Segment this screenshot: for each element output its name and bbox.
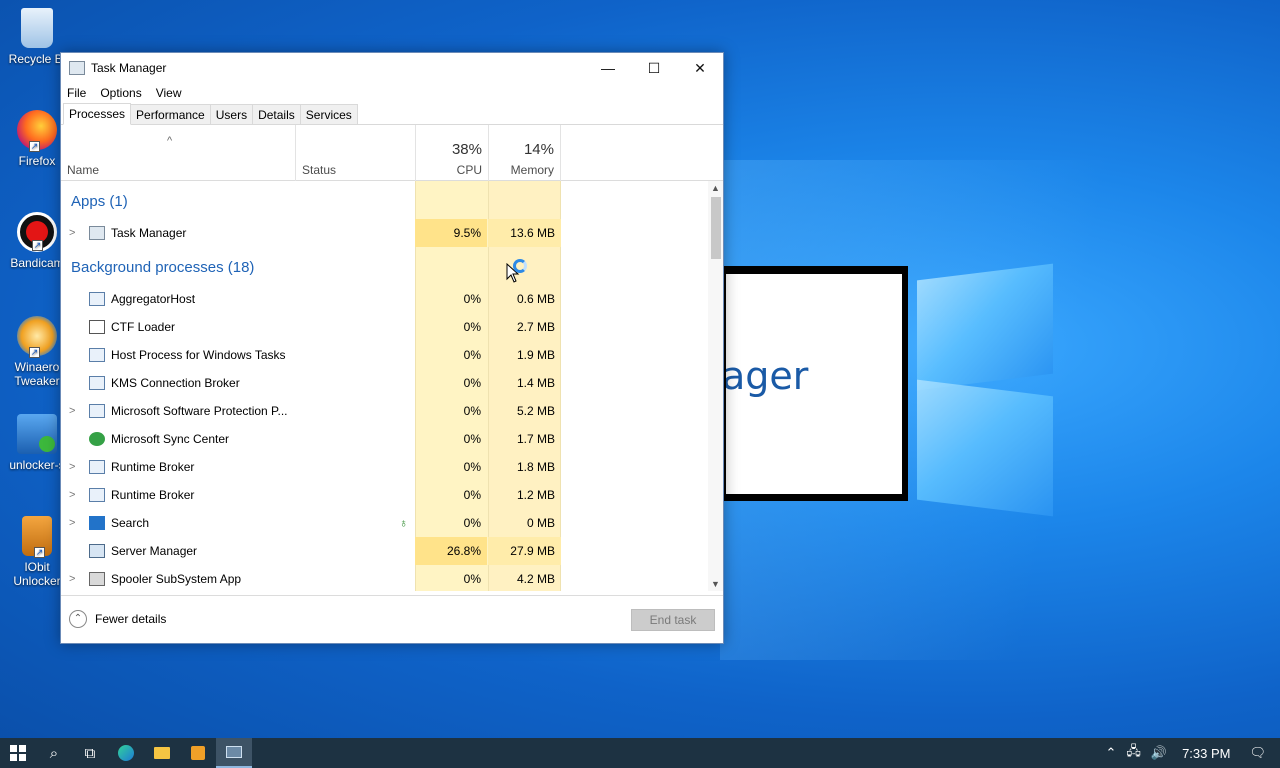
volume-icon[interactable]: 🔊 xyxy=(1151,745,1167,761)
windows-logo-pane xyxy=(917,263,1053,391)
column-cpu[interactable]: 38% CPU xyxy=(415,125,488,181)
memory-total: 14% xyxy=(523,141,554,158)
menu-options[interactable]: Options xyxy=(100,86,141,100)
task-manager-icon xyxy=(89,226,105,240)
footer: ⌃ Fewer details End task xyxy=(61,595,723,643)
group-background[interactable]: Background processes (18) xyxy=(71,259,254,276)
tab-performance[interactable]: Performance xyxy=(130,104,211,124)
column-name[interactable]: Name xyxy=(61,125,295,181)
task-view-button[interactable]: ⧉ xyxy=(72,738,108,768)
scroll-up-icon[interactable]: ▲ xyxy=(708,181,723,195)
minimize-button[interactable]: — xyxy=(585,53,631,83)
title-bar[interactable]: Task Manager — ☐ ✕ xyxy=(61,53,723,83)
process-icon xyxy=(89,348,105,362)
column-headers: ^ Name Status 38% CPU 14% Memory xyxy=(61,125,723,181)
bandicam-icon: ↗ xyxy=(17,212,57,252)
column-status[interactable]: Status xyxy=(295,125,415,181)
iobit-setup-icon xyxy=(17,414,57,454)
fewer-details-button[interactable]: ⌃ Fewer details xyxy=(69,610,166,628)
process-row[interactable]: > Runtime Broker 0% 1.8 MB xyxy=(61,453,709,481)
menu-file[interactable]: File xyxy=(67,86,86,100)
firefox-icon: ↗ xyxy=(17,110,57,152)
process-list[interactable]: Apps (1) > Task Manager 9.5% 13.6 MB Bac… xyxy=(61,181,723,591)
media-player-icon xyxy=(191,746,205,760)
tab-users[interactable]: Users xyxy=(209,104,254,124)
tab-processes[interactable]: Processes xyxy=(63,103,132,125)
process-row[interactable]: CTF Loader 0% 2.7 MB xyxy=(61,313,709,341)
process-row[interactable]: AggregatorHost 0% 0.6 MB xyxy=(61,285,709,313)
process-row[interactable]: > Runtime Broker 0% 1.2 MB xyxy=(61,481,709,509)
background-window-text: ager xyxy=(726,354,809,398)
clock[interactable]: 7:33 PM xyxy=(1182,746,1230,761)
scroll-down-icon[interactable]: ▼ xyxy=(708,577,723,591)
process-row[interactable]: > Search ♁ 0% 0 MB xyxy=(61,509,709,537)
tab-details[interactable]: Details xyxy=(252,104,301,124)
winaero-icon: ↗ xyxy=(17,316,57,358)
edge-button[interactable] xyxy=(108,738,144,768)
group-apps[interactable]: Apps (1) xyxy=(71,193,128,210)
process-icon xyxy=(89,544,105,558)
process-icon xyxy=(89,516,105,530)
search-button[interactable]: ⌕ xyxy=(36,738,72,768)
task-view-icon: ⧉ xyxy=(84,744,96,762)
close-button[interactable]: ✕ xyxy=(677,53,723,83)
folder-icon xyxy=(154,747,170,759)
tab-strip: Processes Performance Users Details Serv… xyxy=(61,103,723,125)
recycle-bin-icon xyxy=(21,8,53,48)
windows-logo-pane xyxy=(917,379,1053,517)
leaf-icon: ♁ xyxy=(399,516,408,530)
windows-start-icon xyxy=(10,745,26,761)
process-row[interactable]: Server Manager 26.8% 27.9 MB xyxy=(61,537,709,565)
search-icon: ⌕ xyxy=(49,744,59,762)
expand-chevron-icon[interactable]: > xyxy=(69,227,75,239)
edge-icon xyxy=(118,745,134,761)
process-row[interactable]: > Spooler SubSystem App 0% 4.2 MB xyxy=(61,565,709,591)
expand-chevron-icon[interactable]: > xyxy=(69,517,75,529)
end-task-button[interactable]: End task xyxy=(631,609,715,631)
menu-bar: File Options View xyxy=(61,83,723,103)
task-manager-icon xyxy=(69,61,85,75)
process-row[interactable]: > Task Manager 9.5% 13.6 MB xyxy=(61,219,709,247)
process-icon xyxy=(89,572,105,586)
process-icon xyxy=(89,404,105,418)
notifications-icon[interactable]: 🗨 xyxy=(1249,745,1266,761)
process-icon xyxy=(89,432,105,446)
process-row[interactable]: Host Process for Windows Tasks 0% 1.9 MB xyxy=(61,341,709,369)
process-icon xyxy=(89,292,105,306)
menu-view[interactable]: View xyxy=(156,86,182,100)
process-row[interactable]: > Microsoft Software Protection P... 0% 5.2… xyxy=(61,397,709,425)
scroll-thumb[interactable] xyxy=(711,197,721,259)
tab-services[interactable]: Services xyxy=(299,104,358,124)
process-icon xyxy=(89,320,105,334)
cpu-total: 38% xyxy=(451,141,482,158)
process-row[interactable]: Microsoft Sync Center 0% 1.7 MB xyxy=(61,425,709,453)
window-title: Task Manager xyxy=(91,61,167,75)
background-window[interactable]: ager xyxy=(722,266,908,501)
file-explorer-button[interactable] xyxy=(144,738,180,768)
busy-spinner-icon xyxy=(513,259,527,273)
process-icon xyxy=(89,376,105,390)
vertical-scrollbar[interactable]: ▲ ▼ xyxy=(708,181,723,591)
task-manager-icon xyxy=(226,746,242,758)
task-manager-window[interactable]: Task Manager — ☐ ✕ File Options View Pro… xyxy=(60,52,724,644)
media-player-button[interactable] xyxy=(180,738,216,768)
expand-chevron-icon[interactable]: > xyxy=(69,461,75,473)
system-tray: ⌃ 🖧 🔊 7:33 PM 🗨 xyxy=(1100,738,1280,768)
process-icon xyxy=(89,460,105,474)
column-memory[interactable]: 14% Memory xyxy=(488,125,561,181)
expand-chevron-icon[interactable]: > xyxy=(69,489,75,501)
iobit-unlocker-icon: ↗ xyxy=(22,516,52,558)
maximize-button[interactable]: ☐ xyxy=(631,53,677,83)
taskbar: ⌕ ⧉ ⌃ 🖧 🔊 7:33 PM 🗨 xyxy=(0,738,1280,768)
chevron-up-icon: ⌃ xyxy=(69,610,87,628)
process-row[interactable]: KMS Connection Broker 0% 1.4 MB xyxy=(61,369,709,397)
network-icon[interactable]: 🖧 xyxy=(1126,742,1141,764)
expand-chevron-icon[interactable]: > xyxy=(69,573,75,585)
task-manager-taskbar-button[interactable] xyxy=(216,738,252,768)
start-button[interactable] xyxy=(0,738,36,768)
expand-chevron-icon[interactable]: > xyxy=(69,405,75,417)
process-icon xyxy=(89,488,105,502)
chevron-up-icon[interactable]: ⌃ xyxy=(1105,745,1116,761)
